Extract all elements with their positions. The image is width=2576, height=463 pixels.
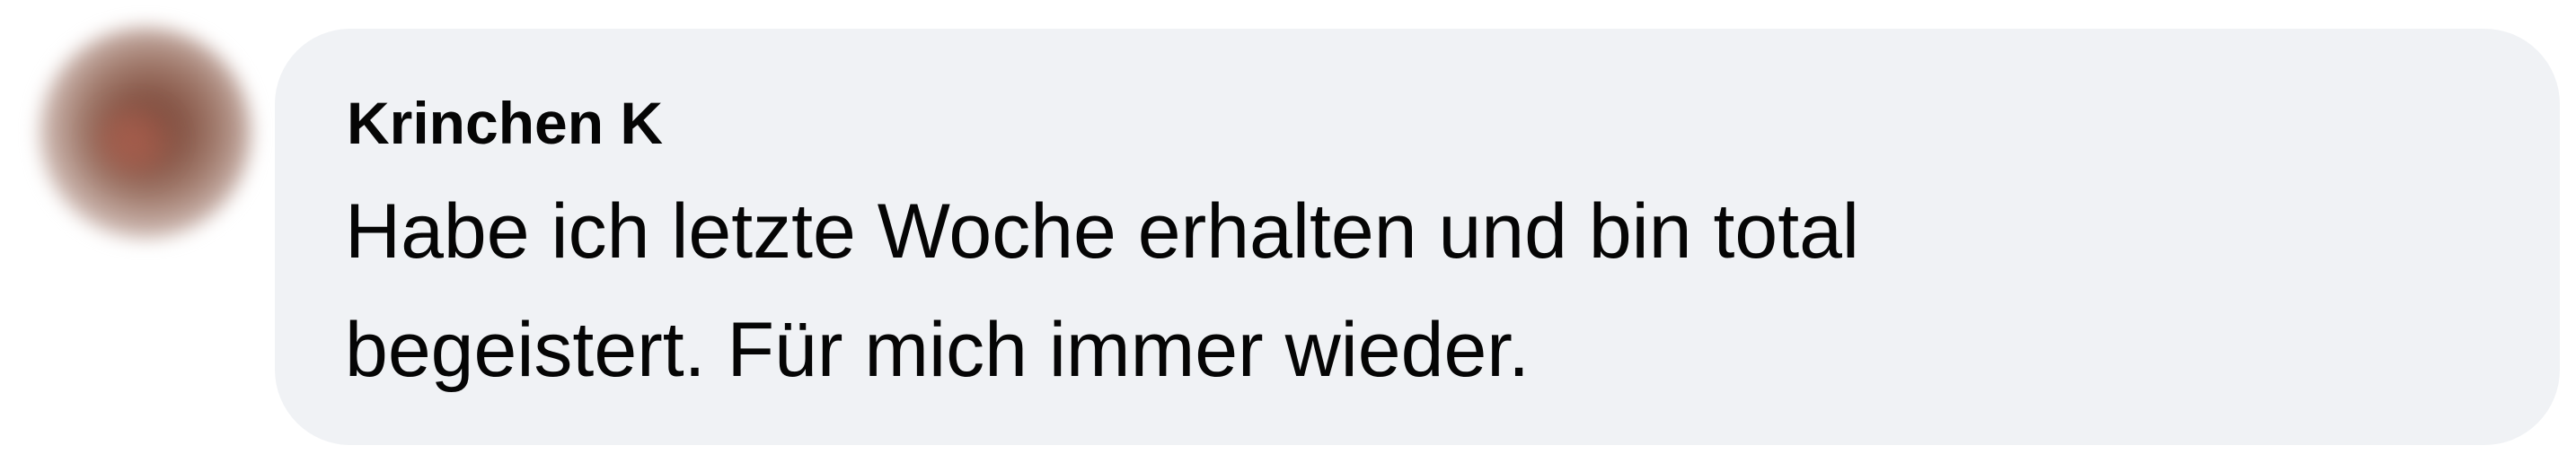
comment-author-name[interactable]: Krinchen K bbox=[347, 90, 663, 158]
avatar-image-detail bbox=[93, 106, 174, 176]
comment-item: Krinchen K Habe ich letzte Woche erhalte… bbox=[0, 0, 2576, 463]
comment-text-line: begeistert. Für mich immer wieder. bbox=[345, 307, 1531, 393]
comment-text-line: Habe ich letzte Woche erhalten und bin t… bbox=[345, 188, 1860, 275]
comment-text: Habe ich letzte Woche erhalten und bin t… bbox=[345, 172, 1859, 409]
comment-bubble: Krinchen K Habe ich letzte Woche erhalte… bbox=[275, 29, 2560, 445]
